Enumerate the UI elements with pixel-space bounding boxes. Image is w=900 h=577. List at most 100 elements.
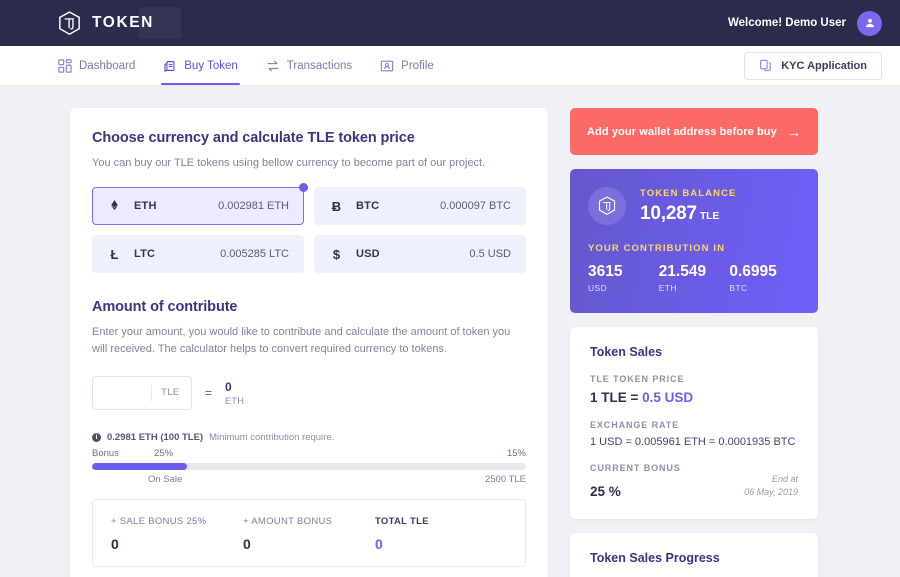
bonus-end-value: 15% — [506, 448, 526, 460]
total-value: 0 — [243, 536, 251, 553]
bonus-start-value: 25% — [154, 448, 174, 460]
tle-token-price-block: TLE TOKEN PRICE 1 TLE = 0.5 USD — [590, 374, 798, 405]
token-sales-title: Token Sales — [590, 345, 663, 360]
nav-item-label: Dashboard — [79, 59, 136, 72]
nav-item-profile[interactable]: Profile — [378, 46, 436, 85]
total-supply-label: 2500 TLE — [484, 474, 526, 486]
amount-input-suffix: TLE — [151, 385, 189, 402]
sale-progress-fill — [92, 463, 188, 471]
contribute-title: Amount of contribute — [92, 299, 238, 316]
total-column-total-tle: TOTAL TLE 0 — [375, 516, 507, 552]
tle-price-label: TLE TOKEN PRICE — [590, 374, 685, 385]
amount-input[interactable] — [93, 377, 151, 410]
ethereum-icon — [107, 198, 122, 215]
info-icon: i — [92, 433, 101, 443]
token-sales-card: Token Sales TLE TOKEN PRICE 1 TLE = 0.5 … — [570, 327, 818, 520]
currency-tile-usd[interactable]: $ USD 0.5 USD — [314, 235, 526, 274]
nav-item-label: Buy Token — [184, 59, 238, 72]
amount-input-wrapper[interactable]: TLE — [92, 376, 192, 411]
kyc-application-button[interactable]: KYC Application — [744, 51, 882, 80]
totals-panel: + SALE BONUS 25% 0 + AMOUNT BONUS 0 TOTA… — [92, 499, 526, 568]
token-sales-progress-card: Token Sales Progress — [570, 533, 818, 577]
contribution-unit: USD — [588, 283, 608, 294]
nav-item-label: Profile — [401, 59, 434, 72]
total-value: 0 — [111, 536, 119, 553]
contribution-value: 0.6995 — [729, 263, 777, 280]
minimum-contribution-note: i 0.2981 ETH (100 TLE) Minimum contribut… — [92, 432, 526, 443]
total-column-amount-bonus: + AMOUNT BONUS 0 — [243, 516, 375, 552]
nav-item-transactions[interactable]: Transactions — [264, 46, 354, 85]
end-at-label: End at — [771, 474, 798, 485]
bonus-label: Bonus — [92, 448, 119, 460]
currency-tile-ltc[interactable]: Ł LTC 0.005285 LTC — [92, 235, 304, 274]
current-bonus-value: 25 % — [590, 484, 621, 500]
currency-value: 0.005285 LTC — [220, 248, 289, 261]
selected-indicator-dot — [299, 183, 308, 193]
token-sales-progress-title: Token Sales Progress — [590, 551, 720, 566]
total-label: TOTAL TLE — [375, 516, 429, 528]
bitcoin-icon: Ƀ — [331, 198, 342, 214]
nav-item-dashboard[interactable]: Dashboard — [56, 46, 137, 85]
total-label: + AMOUNT BONUS — [243, 516, 333, 528]
currency-value: 0.002981 ETH — [218, 200, 289, 213]
welcome-text: Welcome! Demo User — [727, 17, 846, 29]
wallet-address-alert[interactable]: Add your wallet address before buy → — [570, 108, 818, 155]
contribution-values: 3615 USD 21.549 ETH 0.6995 BTC — [588, 263, 800, 293]
user-icon — [865, 18, 874, 28]
contribution-label: YOUR CONTRIBUTION IN — [588, 243, 726, 254]
currency-tile-grid: ETH 0.002981 ETH Ƀ BTC 0.000097 BTC Ł LT… — [92, 183, 526, 274]
total-label: + SALE BONUS 25% — [111, 516, 207, 528]
contribution-value: 3615 — [588, 263, 623, 280]
kyc-button-label: KYC Application — [781, 59, 867, 72]
contribution-usd: 3615 USD — [588, 263, 659, 293]
min-amount: 0.2981 ETH (100 TLE) — [107, 432, 204, 444]
page-content: Choose currency and calculate TLE token … — [0, 86, 900, 577]
top-header-bar: TOKEN Welcome! Demo User — [0, 0, 900, 46]
result-unit: ETH — [225, 395, 245, 406]
on-sale-label: On Sale — [148, 474, 183, 486]
sidebar-column: Add your wallet address before buy → TOK… — [570, 108, 818, 577]
currency-tile-eth[interactable]: ETH 0.002981 ETH — [92, 183, 308, 226]
balance-header: TOKEN BALANCE 10,287 TLE — [588, 187, 800, 225]
token-balance-card: TOKEN BALANCE 10,287 TLE YOUR CONTRIBUTIO… — [570, 169, 818, 314]
total-value: 0 — [375, 536, 383, 553]
currency-code: ETH — [134, 200, 157, 213]
nav-item-label: Transactions — [286, 59, 353, 72]
coins-icon — [163, 59, 177, 73]
current-bonus-label: CURRENT BONUS — [590, 463, 681, 474]
contribution-value: 21.549 — [658, 263, 707, 280]
currency-code: BTC — [356, 200, 380, 213]
nav-right: KYC Application — [744, 46, 882, 85]
brand-highlight-overlay — [139, 7, 181, 39]
price-amount: 0.5 USD — [642, 390, 694, 406]
min-note-text: Minimum contribution require. — [209, 432, 335, 444]
currency-value: 0.5 USD — [469, 248, 511, 261]
main-navigation: Dashboard Buy Token Transactions Profile… — [0, 46, 900, 86]
header-user-area: Welcome! Demo User — [727, 10, 882, 36]
wallet-alert-text: Add your wallet address before buy — [587, 125, 777, 138]
total-column-sale-bonus: + SALE BONUS 25% 0 — [111, 516, 243, 552]
contribute-subtitle: Enter your amount, you would like to con… — [92, 326, 511, 356]
equals-sign: = — [205, 386, 213, 401]
sale-progress-track[interactable] — [92, 463, 526, 471]
contribution-eth: 21.549 ETH — [659, 263, 730, 293]
nav-item-buy-token[interactable]: Buy Token — [161, 46, 240, 85]
currency-code: LTC — [134, 248, 156, 261]
balance-texts: TOKEN BALANCE 10,287 TLE — [640, 188, 736, 225]
exchange-rate-block: EXCHANGE RATE 1 USD = 0.005961 ETH = 0.0… — [590, 420, 798, 448]
avatar[interactable] — [857, 10, 882, 36]
calculated-result: 0 ETH — [225, 379, 245, 406]
tle-price-value: 1 TLE = 0.5 USD — [590, 390, 798, 405]
nav-items: Dashboard Buy Token Transactions Profile — [56, 46, 436, 85]
currency-tile-btc[interactable]: Ƀ BTC 0.000097 BTC — [314, 187, 526, 226]
user-card-icon — [380, 59, 394, 73]
exchange-rate-value: 1 USD = 0.005961 ETH = 0.0001935 BTC — [590, 436, 796, 449]
currency-section-subtitle: You can buy our TLE tokens using bellow … — [92, 157, 486, 169]
main-column: Choose currency and calculate TLE token … — [70, 108, 548, 577]
currency-section-title: Choose currency and calculate TLE token … — [92, 130, 415, 146]
bonus-end-date: End at 06 May, 2019 — [744, 473, 798, 499]
token-cube-icon — [588, 187, 626, 225]
end-at-date: 06 May, 2019 — [744, 487, 798, 498]
token-balance-amount: 10,287 TLE — [640, 203, 736, 225]
result-value: 0 — [225, 379, 232, 394]
